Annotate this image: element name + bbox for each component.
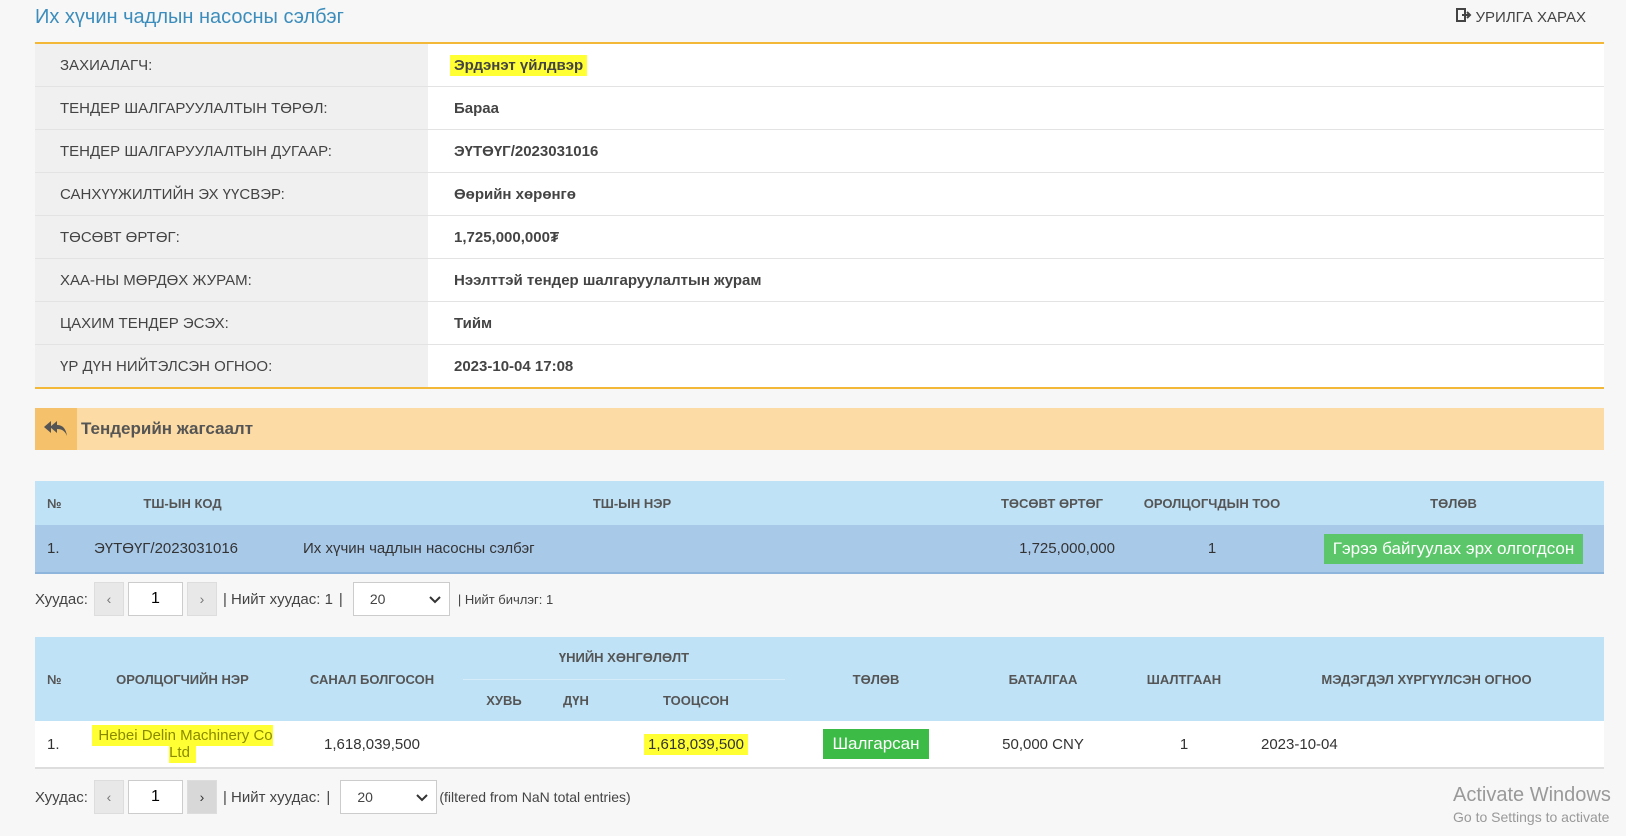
info-value: 1,725,000,000₮ xyxy=(428,216,1604,258)
info-value: ЭҮТӨҮГ/2023031016 xyxy=(428,130,1604,172)
top-bar: Их хүчин чадлын насосны сэлбэг УРИЛГА ХА… xyxy=(35,0,1604,42)
page-label: Хуудас: xyxy=(35,590,88,608)
table-row[interactable]: 1. Hebei Delin Machinery Co Ltd 1,618,03… xyxy=(35,721,1604,769)
info-label: САНХҮҮЖИЛТИЙН ЭХ ҮҮСВЭР: xyxy=(35,173,428,215)
view-invitation-label: УРИЛГА ХАРАХ xyxy=(1475,8,1586,26)
col-header-status: ТӨЛӨВ xyxy=(785,637,967,721)
col-header-name: ТШ-ЫН НЭР xyxy=(281,481,983,525)
info-label: ТӨСӨВТ ӨРТӨГ: xyxy=(35,216,428,258)
participant-name-link[interactable]: Hebei Delin Machinery Co Ltd xyxy=(92,725,273,763)
total-records-text: | Нийт бичлэг: 1 xyxy=(457,591,554,607)
row-name: Их хүчин чадлын насосны сэлбэг xyxy=(281,525,983,574)
info-value: Бараа xyxy=(428,87,1604,129)
info-value: Нээлттэй тендер шалгаруулалтын журам xyxy=(428,259,1604,301)
col-header-guarantee: БАТАЛГАА xyxy=(967,637,1119,721)
info-label: ЦАХИМ ТЕНДЕР ЭСЭХ: xyxy=(35,302,428,344)
col-header-calculated: ТООЦСОН xyxy=(607,679,785,721)
info-label: ЗАХИАЛАГЧ: xyxy=(35,44,428,86)
page-size-select[interactable]: 20 xyxy=(352,582,450,616)
reply-all-icon[interactable] xyxy=(35,408,77,450)
total-pages-text: | Нийт хуудас: xyxy=(222,788,321,806)
chevron-down-icon xyxy=(429,591,441,607)
prev-page-button[interactable]: ‹ xyxy=(93,582,124,616)
row-amount xyxy=(545,721,607,769)
row-reason: 1 xyxy=(1119,721,1249,769)
info-label: ҮР ДҮН НИЙТЭЛСЭН ОГНОО: xyxy=(35,345,428,387)
info-label: ТЕНДЕР ШАЛГАРУУЛАЛТЫН ТӨРӨЛ: xyxy=(35,87,428,129)
tender-info-table: ЗАХИАЛАГЧ: Эрдэнэт үйлдвэр ТЕНДЕР ШАЛГАР… xyxy=(35,42,1604,389)
view-invitation-link[interactable]: УРИЛГА ХАРАХ xyxy=(1455,8,1586,26)
info-row-number: ТЕНДЕР ШАЛГАРУУЛАЛТЫН ДУГААР: ЭҮТӨҮГ/202… xyxy=(35,130,1604,173)
sign-out-icon xyxy=(1455,8,1472,26)
col-header-offered: САНАЛ БОЛГОСОН xyxy=(281,637,463,721)
page-size-value: 20 xyxy=(369,591,386,607)
col-header-status: ТӨЛӨВ xyxy=(1303,481,1604,525)
col-header-amount: ДҮН xyxy=(545,679,607,721)
info-value: Тийм xyxy=(428,302,1604,344)
next-page-button[interactable]: › xyxy=(186,582,217,616)
prev-page-button[interactable]: ‹ xyxy=(93,780,124,814)
row-participants: 1 xyxy=(1121,525,1303,574)
info-value: 2023-10-04 17:08 xyxy=(428,345,1604,387)
col-header-participant-name: ОРОЛЦОГЧИЙН НЭР xyxy=(84,637,281,721)
row-calculated: 1,618,039,500 xyxy=(644,733,748,755)
watermark-subtitle: Go to Settings to activate xyxy=(1453,809,1610,825)
row-code: ЭҮТӨҮГ/2023031016 xyxy=(84,525,281,574)
info-row-funding: САНХҮҮЖИЛТИЙН ЭХ ҮҮСВЭР: Өөрийн хөрөнгө xyxy=(35,173,1604,216)
participants-table: № ОРОЛЦОГЧИЙН НЭР САНАЛ БОЛГОСОН ҮНИЙН Х… xyxy=(35,637,1604,769)
row-guarantee: 50,000 CNY xyxy=(967,721,1119,769)
pagination-tenders: Хуудас: ‹ › | Нийт хуудас: 1 | 20 | Нийт… xyxy=(35,582,553,616)
info-row-type: ТЕНДЕР ШАЛГАРУУЛАЛТЫН ТӨРӨЛ: Бараа xyxy=(35,87,1604,130)
info-row-published: ҮР ДҮН НИЙТЭЛСЭН ОГНОО: 2023-10-04 17:08 xyxy=(35,345,1604,387)
info-value: Эрдэнэт үйлдвэр xyxy=(450,54,588,76)
separator: | xyxy=(326,788,331,806)
row-num: 1. xyxy=(35,721,84,769)
page-title: Их хүчин чадлын насосны сэлбэг xyxy=(35,6,344,28)
page-size-value: 20 xyxy=(357,789,373,805)
chevron-down-icon xyxy=(416,789,429,805)
info-row-customer: ЗАХИАЛАГЧ: Эрдэнэт үйлдвэр xyxy=(35,44,1604,87)
col-header-budget: ТӨСӨВТ ӨРТӨГ xyxy=(983,481,1121,525)
col-header-code: ТШ-ЫН КОД xyxy=(84,481,281,525)
info-value: Өөрийн хөрөнгө xyxy=(428,173,1604,215)
info-row-procedure: ХАА-НЫ МӨРДӨХ ЖУРАМ: Нээлттэй тендер шал… xyxy=(35,259,1604,302)
tender-list-title: Тендерийн жагсаалт xyxy=(81,419,254,438)
activation-watermark: Activate Windows Go to Settings to activ… xyxy=(1453,784,1611,825)
col-header-notice-date: МЭДЭГДЭЛ ХҮРГҮҮЛСЭН ОГНОО xyxy=(1249,637,1604,721)
page-number-input[interactable] xyxy=(127,780,183,814)
col-header-discount: ҮНИЙН ХӨНГӨЛӨЛТ xyxy=(463,637,785,680)
info-row-electronic: ЦАХИМ ТЕНДЕР ЭСЭХ: Тийм xyxy=(35,302,1604,345)
col-header-participants: ОРОЛЦОГЧДЫН ТОО xyxy=(1121,481,1303,525)
pagination-participants: Хуудас: ‹ › | Нийт хуудас: | 20 (filtere… xyxy=(35,780,631,814)
table-row[interactable]: 1. ЭҮТӨҮГ/2023031016 Их хүчин чадлын нас… xyxy=(35,525,1604,574)
next-page-button[interactable]: › xyxy=(186,780,217,814)
page-number-input[interactable] xyxy=(127,582,183,616)
tender-list-header: Тендерийн жагсаалт xyxy=(35,408,1604,450)
col-header-percent: ХУВЬ xyxy=(463,679,545,721)
info-label: ТЕНДЕР ШАЛГАРУУЛАЛТЫН ДУГААР: xyxy=(35,130,428,172)
page-label: Хуудас: xyxy=(35,788,88,806)
watermark-title: Activate Windows xyxy=(1453,784,1611,806)
info-label: ХАА-НЫ МӨРДӨХ ЖУРАМ: xyxy=(35,259,428,301)
col-header-num: № xyxy=(35,637,84,721)
row-offered: 1,618,039,500 xyxy=(281,721,463,769)
separator: | xyxy=(338,590,343,608)
info-row-budget: ТӨСӨВТ ӨРТӨГ: 1,725,000,000₮ xyxy=(35,216,1604,259)
total-pages-text: | Нийт хуудас: 1 xyxy=(222,590,333,608)
col-header-reason: ШАЛТГААН xyxy=(1119,637,1249,721)
row-budget: 1,725,000,000 xyxy=(983,525,1121,574)
row-notice-date: 2023-10-04 xyxy=(1249,721,1604,769)
status-badge[interactable]: Шалгарсан xyxy=(823,729,929,759)
status-badge[interactable]: Гэрээ байгуулах эрх олгогдсон xyxy=(1323,533,1584,564)
tender-table: № ТШ-ЫН КОД ТШ-ЫН НЭР ТӨСӨВТ ӨРТӨГ ОРОЛЦ… xyxy=(35,481,1604,574)
row-num: 1. xyxy=(35,525,84,574)
row-percent xyxy=(463,721,545,769)
col-header-num: № xyxy=(35,481,84,525)
filtered-text: (filtered from NaN total entries) xyxy=(439,789,631,805)
page-size-select[interactable]: 20 xyxy=(340,780,438,814)
